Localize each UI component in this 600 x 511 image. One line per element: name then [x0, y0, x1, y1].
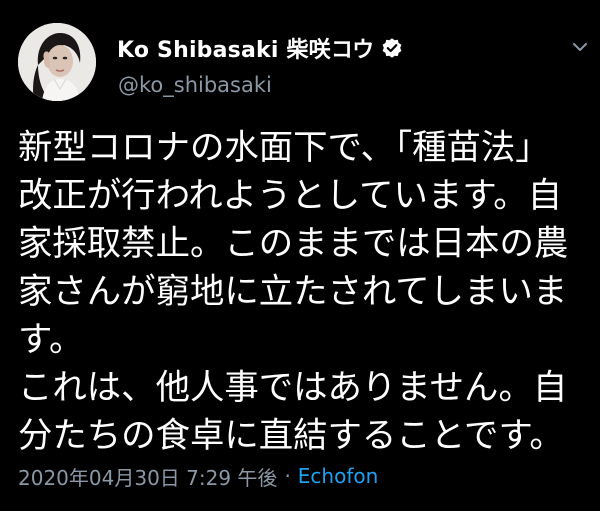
- tweet-text-line: 新型コロナの水面下で、「種苗法」: [18, 128, 550, 168]
- meta-separator: ·: [284, 464, 291, 488]
- tweet-text: 新型コロナの水面下で、「種苗法」 改正が行われようとしています。自 家採取禁止。…: [18, 124, 593, 460]
- verified-badge-icon: [381, 37, 403, 59]
- tweet-timestamp[interactable]: 2020年04月30日 7:29 午後: [18, 462, 277, 491]
- tweet-text-line: 改正が行われようとしています。自: [18, 176, 563, 216]
- tweet-text-line: 家さんが窮地に立たされてしまいま: [18, 272, 568, 312]
- tweet-card: Ko Shibasaki 柴咲コウ @ko_shibasaki 新型コロナの水面…: [0, 0, 600, 511]
- tweet-text-line: これは、他人事ではありません。自: [18, 368, 568, 408]
- tweet-text-line: 家採取禁止。このままでは日本の農: [18, 224, 569, 264]
- tweet-source-link[interactable]: Echofon: [298, 464, 379, 488]
- tweet-meta: 2020年04月30日 7:29 午後 · Echofon: [18, 461, 378, 491]
- author-handle[interactable]: @ko_shibasaki: [118, 73, 272, 97]
- tweet-text-line: す。: [18, 320, 84, 360]
- avatar-image: [18, 23, 96, 101]
- author-name-row: Ko Shibasaki 柴咲コウ: [117, 33, 403, 63]
- author-display-name[interactable]: Ko Shibasaki 柴咲コウ: [117, 32, 374, 64]
- tweet-text-line: 分たちの食卓に直結することです。: [18, 416, 564, 456]
- avatar[interactable]: [18, 23, 96, 101]
- chevron-down-icon[interactable]: [570, 37, 590, 57]
